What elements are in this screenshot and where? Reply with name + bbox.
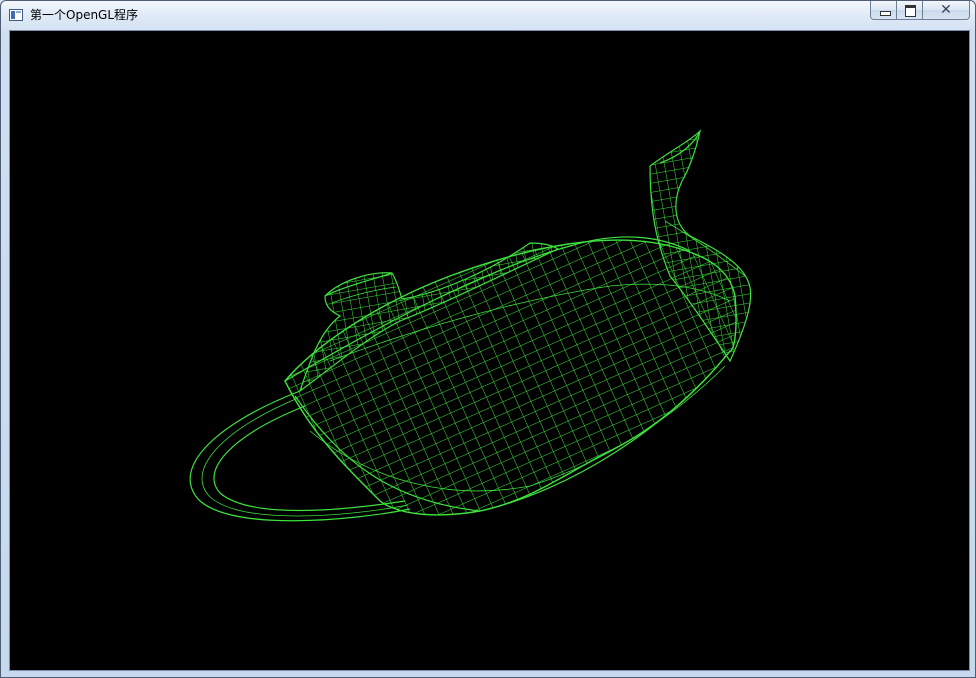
teapot-model [189, 129, 752, 522]
window-controls: ✕ [870, 1, 970, 21]
application-window: 第一个OpenGL程序 ✕ [0, 0, 976, 678]
title-bar[interactable]: 第一个OpenGL程序 ✕ [1, 1, 975, 30]
maximize-button[interactable] [897, 1, 923, 20]
opengl-viewport[interactable] [9, 30, 970, 671]
close-button[interactable]: ✕ [923, 1, 970, 20]
minimize-button[interactable] [870, 1, 897, 20]
teapot-wireframe [189, 129, 752, 522]
close-icon: ✕ [940, 2, 952, 18]
app-window-icon[interactable] [9, 9, 23, 21]
minimize-icon [871, 1, 896, 19]
maximize-icon [897, 1, 922, 19]
window-title: 第一个OpenGL程序 [30, 8, 139, 22]
